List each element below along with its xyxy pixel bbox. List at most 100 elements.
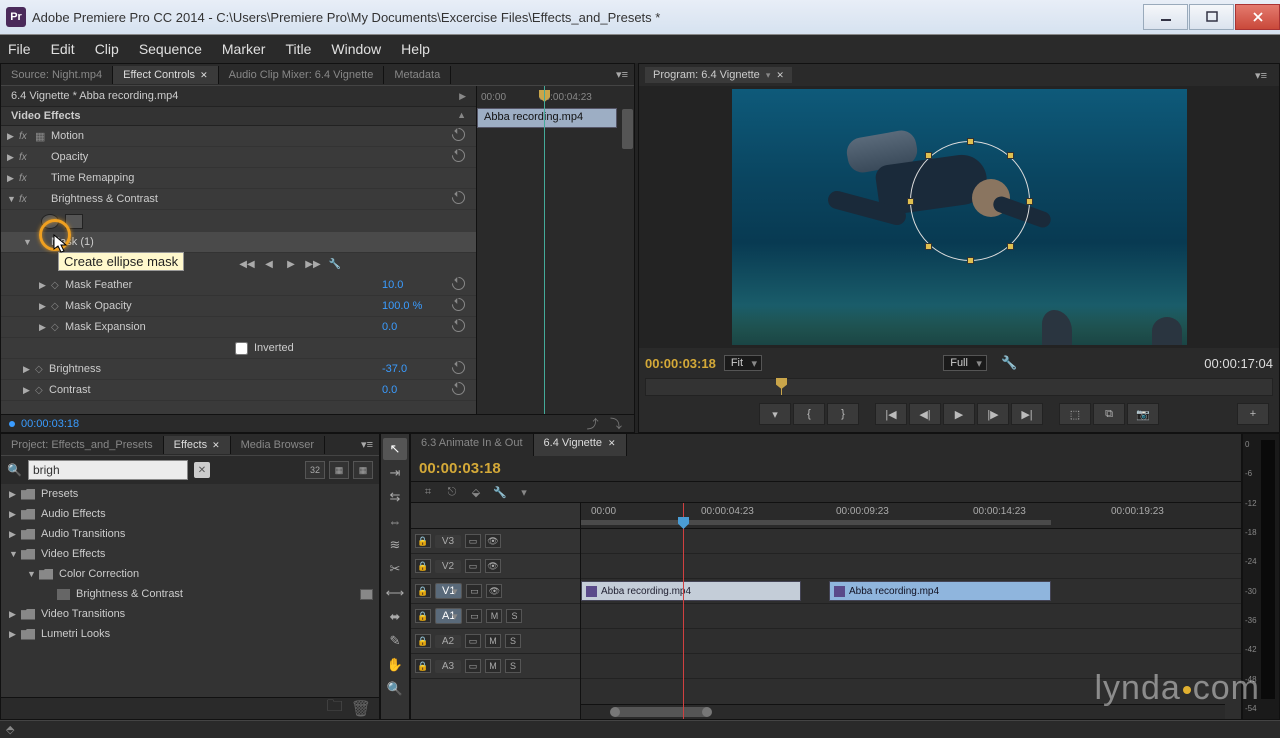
- eye-icon[interactable]: 👁: [486, 584, 502, 598]
- disclosure-icon[interactable]: [7, 131, 19, 142]
- window-close-button[interactable]: [1235, 4, 1280, 30]
- bypass-icon[interactable]: ▦: [35, 130, 51, 143]
- toggle-output-icon[interactable]: ▭: [465, 559, 481, 573]
- pen-tool-icon[interactable]: ✎: [383, 630, 407, 652]
- track-mask-backward-icon[interactable]: ◀◀: [239, 257, 255, 271]
- panel-menu-icon[interactable]: ▾≡: [1249, 69, 1273, 82]
- solo-button[interactable]: S: [505, 659, 521, 673]
- timeline-tab[interactable]: 6.4 Vignette✕: [534, 434, 627, 456]
- eye-icon[interactable]: 👁: [485, 559, 501, 573]
- filter-yuv-button[interactable]: ▦: [329, 461, 349, 479]
- track-v3[interactable]: V3: [435, 535, 461, 548]
- keyframe-toggle-icon[interactable]: ◇: [51, 280, 65, 291]
- extract-button[interactable]: ⧉: [1093, 403, 1125, 425]
- tree-item[interactable]: Color Correction: [1, 564, 379, 584]
- keyframe-toggle-icon[interactable]: ◇: [35, 385, 49, 396]
- disclosure-icon[interactable]: [39, 322, 51, 333]
- hand-tool-icon[interactable]: ✋: [383, 654, 407, 676]
- playhead-icon[interactable]: [781, 379, 782, 395]
- effects-tree[interactable]: PresetsAudio EffectsAudio TransitionsVid…: [1, 484, 379, 697]
- tab-effects[interactable]: Effects✕: [164, 436, 231, 454]
- mask-opacity-value[interactable]: 100.0 %: [382, 300, 452, 312]
- track-v2[interactable]: V2: [435, 560, 461, 573]
- tab-media-browser[interactable]: Media Browser: [231, 436, 325, 454]
- effect-time-remapping[interactable]: Time Remapping: [51, 172, 470, 184]
- ec-timecode[interactable]: 00:00:03:18: [21, 418, 79, 430]
- menu-edit[interactable]: Edit: [51, 41, 75, 57]
- toggle-output-icon[interactable]: ▭: [466, 609, 482, 623]
- quality-select[interactable]: Full: [943, 355, 987, 371]
- menu-clip[interactable]: Clip: [95, 41, 119, 57]
- tree-item[interactable]: Presets: [1, 484, 379, 504]
- mask-name[interactable]: Mask (1): [51, 236, 470, 248]
- reset-icon[interactable]: [452, 298, 470, 314]
- close-icon[interactable]: ✕: [212, 440, 220, 450]
- lock-icon[interactable]: 🔒: [415, 534, 431, 548]
- go-to-in-button[interactable]: |◀: [875, 403, 907, 425]
- razor-tool-icon[interactable]: ✂: [383, 558, 407, 580]
- filter-accel-button[interactable]: ▦: [353, 461, 373, 479]
- close-icon[interactable]: ✕: [200, 70, 208, 80]
- lock-icon[interactable]: 🔒: [415, 659, 431, 673]
- clear-search-button[interactable]: ✕: [194, 462, 210, 478]
- status-icon[interactable]: ⬘: [6, 723, 14, 736]
- window-maximize-button[interactable]: [1189, 4, 1234, 30]
- track-a2[interactable]: A2: [435, 635, 461, 648]
- marker-icon[interactable]: ⬙: [467, 484, 485, 500]
- chevron-down-icon[interactable]: ▾: [515, 484, 533, 500]
- mask-feather-value[interactable]: 10.0: [382, 279, 452, 291]
- toggle-output-icon[interactable]: ▭: [465, 534, 481, 548]
- tree-item[interactable]: Video Effects: [1, 544, 379, 564]
- mute-button[interactable]: M: [485, 634, 501, 648]
- contrast-value[interactable]: 0.0: [382, 384, 452, 396]
- rate-stretch-tool-icon[interactable]: ≋: [383, 534, 407, 556]
- tree-item[interactable]: Lumetri Looks: [1, 624, 379, 644]
- effect-motion[interactable]: Motion: [51, 130, 452, 142]
- track-mask-next-icon[interactable]: ▶: [283, 257, 299, 271]
- button-editor-icon[interactable]: +: [1237, 403, 1269, 425]
- timeline-clip[interactable]: Abba recording.mp4: [581, 581, 801, 601]
- track-mask-forward-icon[interactable]: ▶▶: [305, 257, 321, 271]
- tab-effect-controls[interactable]: Effect Controls✕: [113, 66, 219, 84]
- slip-tool-icon[interactable]: ⟷: [383, 582, 407, 604]
- inverted-checkbox[interactable]: [235, 342, 248, 355]
- track-select-tool-icon[interactable]: ⇥: [383, 462, 407, 484]
- ellipse-mask-icon[interactable]: [41, 214, 59, 229]
- panel-menu-icon[interactable]: ▾≡: [610, 68, 634, 81]
- reset-icon[interactable]: [452, 361, 470, 377]
- ec-time-ruler[interactable]: 00:00 00:00:04:23: [477, 86, 634, 108]
- menu-title[interactable]: Title: [285, 41, 311, 57]
- disclosure-icon[interactable]: [7, 152, 19, 163]
- timeline-clip[interactable]: Abba recording.mp4: [829, 581, 1051, 601]
- snap-icon[interactable]: ⌗: [419, 484, 437, 500]
- tab-project[interactable]: Project: Effects_and_Presets: [1, 436, 164, 454]
- lift-button[interactable]: ⬚: [1059, 403, 1091, 425]
- track-v1[interactable]: V1: [435, 583, 462, 599]
- ec-timeline-clip[interactable]: Abba recording.mp4: [477, 108, 617, 128]
- ec-scrollbar[interactable]: [621, 108, 634, 399]
- tree-item[interactable]: Audio Transitions: [1, 524, 379, 544]
- effect-brightness-contrast[interactable]: Brightness & Contrast: [51, 193, 452, 205]
- delete-icon[interactable]: 🗑: [351, 699, 371, 719]
- solo-button[interactable]: S: [506, 609, 522, 623]
- disclosure-icon[interactable]: [39, 301, 51, 312]
- zoom-select[interactable]: Fit: [724, 355, 762, 371]
- timeline-playhead[interactable]: [683, 503, 684, 719]
- filter-32-button[interactable]: 32: [305, 461, 325, 479]
- go-to-out-button[interactable]: ▶|: [1011, 403, 1043, 425]
- menu-window[interactable]: Window: [331, 41, 381, 57]
- solo-button[interactable]: S: [505, 634, 521, 648]
- effects-search-input[interactable]: [28, 460, 188, 480]
- program-ruler[interactable]: [645, 378, 1273, 396]
- menu-sequence[interactable]: Sequence: [139, 41, 202, 57]
- play-button[interactable]: ▶: [943, 403, 975, 425]
- selection-tool-icon[interactable]: ↖: [383, 438, 407, 460]
- tree-item[interactable]: Video Transitions: [1, 604, 379, 624]
- menu-help[interactable]: Help: [401, 41, 430, 57]
- track-a1[interactable]: A1: [435, 608, 462, 624]
- reset-icon[interactable]: [452, 149, 470, 165]
- mark-in-button[interactable]: {: [793, 403, 825, 425]
- step-forward-button[interactable]: |▶: [977, 403, 1009, 425]
- rolling-edit-tool-icon[interactable]: ⇔: [383, 510, 407, 532]
- tree-item[interactable]: Audio Effects: [1, 504, 379, 524]
